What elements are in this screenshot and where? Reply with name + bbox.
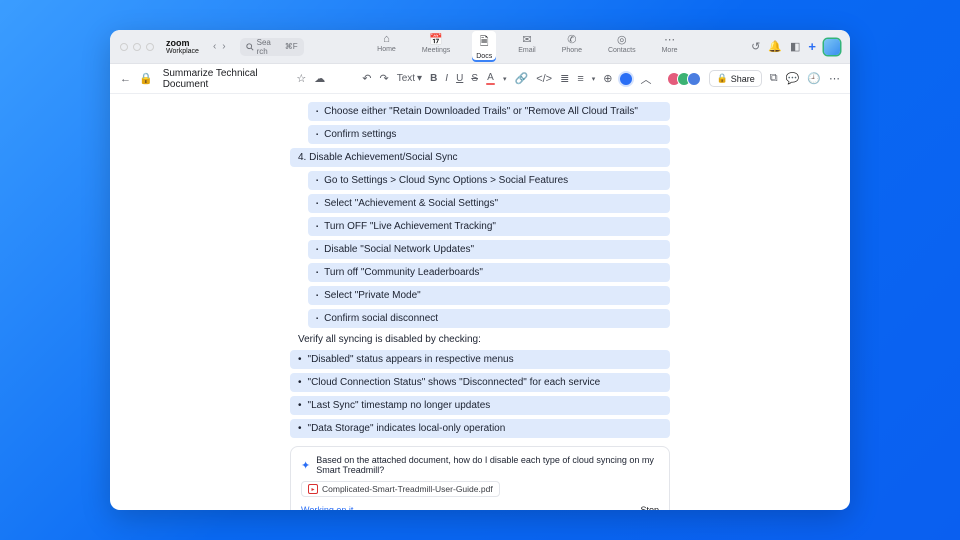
doc-line[interactable]: Go to Settings > Cloud Sync Options > So… — [308, 171, 670, 190]
window-controls[interactable] — [120, 43, 154, 51]
text-color-dropdown[interactable]: A — [486, 73, 495, 85]
main-nav: ⌂Home 📅Meetings 🗎Docs ✉Email ✆Phone ◎Con… — [312, 31, 743, 62]
doc-line[interactable]: Verify all syncing is disabled by checki… — [290, 332, 670, 347]
brand-line1: zoom — [166, 38, 190, 48]
doc-line[interactable]: Turn off "Community Leaderboards" — [308, 263, 670, 282]
code-icon[interactable]: </> — [536, 73, 552, 85]
doc-line[interactable]: "Cloud Connection Status" shows "Disconn… — [290, 373, 670, 392]
home-icon: ⌂ — [383, 33, 390, 45]
history-icon[interactable]: ↺ — [751, 40, 760, 53]
clock-icon[interactable]: 🕘 — [807, 72, 821, 85]
panel-icon[interactable]: ◧ — [790, 40, 800, 53]
ai-prompt-text: Based on the attached document, how do I… — [316, 455, 659, 475]
contacts-icon: ◎ — [617, 33, 627, 46]
calendar-icon: 📅 — [429, 33, 443, 46]
app-window: zoom Workplace ‹ › Sea rch ⌘F ⌂Home 📅Mee… — [110, 30, 850, 510]
ai-companion-panel: ✦ Based on the attached document, how do… — [290, 446, 670, 510]
doc-line[interactable]: "Data Storage" indicates local-only oper… — [290, 419, 670, 438]
nav-email[interactable]: ✉Email — [514, 31, 540, 62]
comment-icon[interactable]: 💬 — [786, 72, 800, 85]
ai-status: Working on it... — [301, 505, 361, 510]
attachment-chip[interactable]: ▸ Complicated-Smart-Treadmill-User-Guide… — [301, 481, 500, 497]
underline-icon[interactable]: U — [456, 73, 463, 84]
doc-line[interactable]: Select "Achievement & Social Settings" — [308, 194, 670, 213]
lock-icon[interactable]: 🔒 — [139, 72, 153, 85]
pdf-icon: ▸ — [308, 484, 318, 494]
insert-icon[interactable]: ⊕ — [603, 72, 612, 85]
overflow-icon[interactable]: ⋯ — [829, 72, 840, 85]
bell-icon[interactable]: 🔔 — [768, 40, 782, 53]
list-icon[interactable]: ≣ — [560, 72, 569, 85]
zoom-dot-icon[interactable] — [146, 43, 154, 51]
doc-line[interactable]: Confirm settings — [308, 125, 670, 144]
minimize-dot-icon[interactable] — [133, 43, 141, 51]
nav-home[interactable]: ⌂Home — [373, 31, 400, 62]
search-shortcut: ⌘F — [285, 42, 298, 51]
redo-icon[interactable]: ↷ — [379, 72, 388, 85]
sparkle-icon: ✦ — [301, 459, 310, 472]
doc-line[interactable]: Confirm social disconnect — [308, 309, 670, 328]
share-button[interactable]: 🔒 Share — [709, 70, 761, 87]
lock-small-icon: 🔒 — [716, 73, 727, 84]
video-icon[interactable]: ⧉ — [770, 72, 778, 85]
phone-icon: ✆ — [567, 33, 576, 46]
brand-line2: Workplace — [166, 48, 199, 55]
doc-line[interactable]: Disable "Social Network Updates" — [308, 240, 670, 259]
nav-meetings[interactable]: 📅Meetings — [418, 31, 454, 62]
text-style-dropdown[interactable]: Text▾ — [397, 73, 422, 84]
cloud-icon[interactable]: ☁ — [314, 72, 325, 85]
nav-docs[interactable]: 🗎Docs — [472, 31, 496, 62]
ai-companion-icon[interactable] — [620, 73, 632, 85]
nav-more[interactable]: ⋯More — [658, 31, 682, 62]
link-icon[interactable]: 🔗 — [515, 72, 529, 85]
back-icon[interactable]: ← — [120, 73, 131, 85]
attachment-name: Complicated-Smart-Treadmill-User-Guide.p… — [322, 484, 493, 494]
content-area: Choose either "Retain Downloaded Trails"… — [290, 102, 670, 438]
titlebar: zoom Workplace ‹ › Sea rch ⌘F ⌂Home 📅Mee… — [110, 30, 850, 64]
doc-title[interactable]: Summarize Technical Document — [163, 68, 289, 90]
align-chevron-down-icon[interactable]: ▾ — [592, 75, 596, 83]
search-icon — [246, 43, 254, 51]
nav-back-icon[interactable]: ‹ — [213, 41, 216, 52]
presence-avatar-icon — [687, 72, 701, 86]
collapse-toolbar-icon[interactable]: ︿ — [640, 71, 651, 87]
new-button[interactable]: + — [808, 39, 816, 54]
docs-icon: 🗎 — [480, 33, 489, 52]
presence-stack[interactable] — [667, 72, 701, 86]
more-icon: ⋯ — [664, 33, 675, 46]
search-input[interactable]: Sea rch ⌘F — [240, 38, 304, 56]
mail-icon: ✉ — [522, 33, 531, 46]
bold-icon[interactable]: B — [430, 73, 437, 84]
italic-icon[interactable]: I — [445, 73, 448, 84]
doc-line[interactable]: 4. Disable Achievement/Social Sync — [290, 148, 670, 167]
strike-icon[interactable]: S — [471, 73, 478, 84]
undo-icon[interactable]: ↶ — [362, 72, 371, 85]
search-placeholder: Sea rch — [257, 38, 282, 56]
chevron-down-icon: ▾ — [417, 73, 422, 84]
doc-line[interactable]: "Last Sync" timestamp no longer updates — [290, 396, 670, 415]
doc-line[interactable]: Turn OFF "Live Achievement Tracking" — [308, 217, 670, 236]
stop-button[interactable]: Stop — [640, 505, 659, 510]
close-dot-icon[interactable] — [120, 43, 128, 51]
doc-toolbar: ← 🔒 Summarize Technical Document ☆ ☁ ↶ ↷… — [110, 64, 850, 94]
nav-phone[interactable]: ✆Phone — [558, 31, 586, 62]
document-body[interactable]: Choose either "Retain Downloaded Trails"… — [110, 94, 850, 510]
nav-contacts[interactable]: ◎Contacts — [604, 31, 640, 62]
color-chevron-down-icon[interactable]: ▾ — [503, 75, 507, 83]
doc-line[interactable]: Choose either "Retain Downloaded Trails"… — [308, 102, 670, 121]
doc-line[interactable]: "Disabled" status appears in respective … — [290, 350, 670, 369]
nav-forward-icon[interactable]: › — [222, 41, 225, 52]
star-icon[interactable]: ☆ — [296, 72, 306, 85]
brand: zoom Workplace — [166, 39, 199, 55]
align-icon[interactable]: ≡ — [577, 73, 583, 85]
doc-line[interactable]: Select "Private Mode" — [308, 286, 670, 305]
user-avatar[interactable] — [824, 39, 840, 55]
